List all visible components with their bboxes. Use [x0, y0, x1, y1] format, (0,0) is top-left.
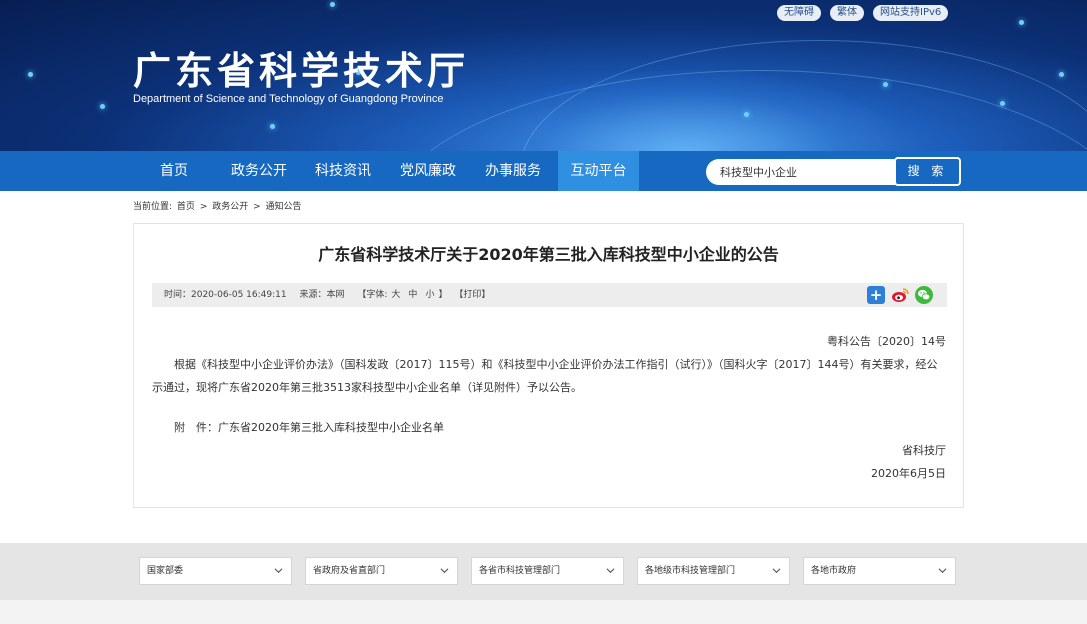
- nav-item-party-conduct[interactable]: 党风廉政: [393, 151, 463, 191]
- font-small-button[interactable]: 小: [425, 290, 434, 300]
- chevron-down-icon: [772, 568, 781, 574]
- print-button[interactable]: 【打印】: [454, 290, 490, 300]
- font-size-label: 【字体:: [357, 290, 388, 300]
- breadcrumb-notices[interactable]: 通知公告: [266, 202, 302, 212]
- breadcrumb-separator: >: [199, 202, 208, 212]
- font-size-close: 】: [438, 290, 448, 300]
- search-input[interactable]: [706, 159, 906, 185]
- select-label: 省政府及省直部门: [313, 566, 386, 576]
- select-national-ministries[interactable]: 国家部委: [139, 557, 292, 585]
- select-city-governments[interactable]: 各地市政府: [803, 557, 956, 585]
- chevron-down-icon: [274, 568, 283, 574]
- attachment-link[interactable]: 附 件：广东省2020年第三批入库科技型中小企业名单: [174, 419, 444, 435]
- header-banner: 广东省科学技术厅 Department of Science and Techn…: [0, 0, 1087, 151]
- nav-item-services[interactable]: 办事服务: [478, 151, 548, 191]
- select-city-tech-departments[interactable]: 各地级市科技管理部门: [637, 557, 790, 585]
- banner-dot: [744, 112, 749, 117]
- nav-item-interaction[interactable]: 互动平台: [558, 151, 639, 191]
- chevron-down-icon: [606, 568, 615, 574]
- banner-dot: [28, 72, 33, 77]
- article-body: 根据《科技型中小企业评价办法》（国科发政〔2017〕115号）和《科技型中小企业…: [152, 358, 938, 394]
- footer-links-bar: 国家部委 省政府及省直部门 各省市科技管理部门 各地级市科技管理部门 各地市政府: [0, 543, 1087, 600]
- banner-dot: [1019, 20, 1024, 25]
- search-button[interactable]: 搜 索: [894, 157, 961, 186]
- article-source: 来源：本网: [299, 290, 345, 300]
- article-panel: 广东省科学技术厅关于2020年第三批入库科技型中小企业的公告 时间：2020-0…: [133, 223, 964, 508]
- publish-time: 时间：2020-06-05 16:49:11: [164, 290, 287, 300]
- chevron-down-icon: [938, 568, 947, 574]
- site-subtitle: Department of Science and Technology of …: [133, 93, 444, 105]
- banner-dot: [100, 104, 105, 109]
- select-label: 各省市科技管理部门: [479, 566, 561, 576]
- article-title: 广东省科学技术厅关于2020年第三批入库科技型中小企业的公告: [318, 245, 779, 264]
- breadcrumb-home[interactable]: 首页: [177, 202, 195, 212]
- select-provincial-tech-departments[interactable]: 各省市科技管理部门: [471, 557, 624, 585]
- nav-item-government-affairs[interactable]: 政务公开: [224, 151, 294, 191]
- select-label: 各地级市科技管理部门: [645, 566, 736, 576]
- top-links: 无障碍 繁体 网站支持IPv6: [777, 5, 949, 21]
- document-number: 粤科公告〔2020〕14号: [827, 335, 946, 348]
- share-icons: +: [867, 286, 933, 304]
- article-meta-bar: 时间：2020-06-05 16:49:11 来源：本网 【字体: 大中小】 【打…: [152, 283, 947, 307]
- font-medium-button[interactable]: 中: [408, 290, 417, 300]
- site-title: 广东省科学技术厅: [133, 49, 470, 93]
- banner-dot: [270, 124, 275, 129]
- select-provincial-departments[interactable]: 省政府及省直部门: [305, 557, 458, 585]
- footer-bottom: [0, 600, 1087, 624]
- breadcrumb-government-affairs[interactable]: 政务公开: [212, 202, 248, 212]
- banner-dot: [330, 2, 335, 7]
- banner-dot: [883, 82, 888, 87]
- accessibility-link[interactable]: 无障碍: [777, 5, 821, 21]
- font-large-button[interactable]: 大: [391, 290, 400, 300]
- breadcrumb-separator: >: [253, 202, 261, 212]
- share-more-icon[interactable]: +: [867, 286, 885, 304]
- traditional-chinese-link[interactable]: 繁体: [830, 5, 864, 21]
- banner-dot: [1000, 101, 1005, 106]
- search-box: 搜 索: [706, 157, 961, 186]
- article-signature: 省科技厅: [902, 444, 946, 457]
- breadcrumb: 当前位置: 首页 > 政务公开 > 通知公告: [133, 199, 304, 212]
- breadcrumb-prefix: 当前位置:: [133, 202, 173, 212]
- article-date: 2020年6月5日: [871, 467, 946, 480]
- select-label: 国家部委: [147, 566, 184, 576]
- chevron-down-icon: [440, 568, 449, 574]
- wechat-icon[interactable]: [915, 286, 933, 304]
- nav-item-home[interactable]: 首页: [146, 151, 202, 191]
- weibo-icon[interactable]: [891, 286, 909, 304]
- banner-dot: [1059, 72, 1064, 77]
- select-label: 各地市政府: [811, 566, 857, 576]
- ipv6-link[interactable]: 网站支持IPv6: [873, 5, 949, 21]
- nav-item-tech-news[interactable]: 科技资讯: [308, 151, 378, 191]
